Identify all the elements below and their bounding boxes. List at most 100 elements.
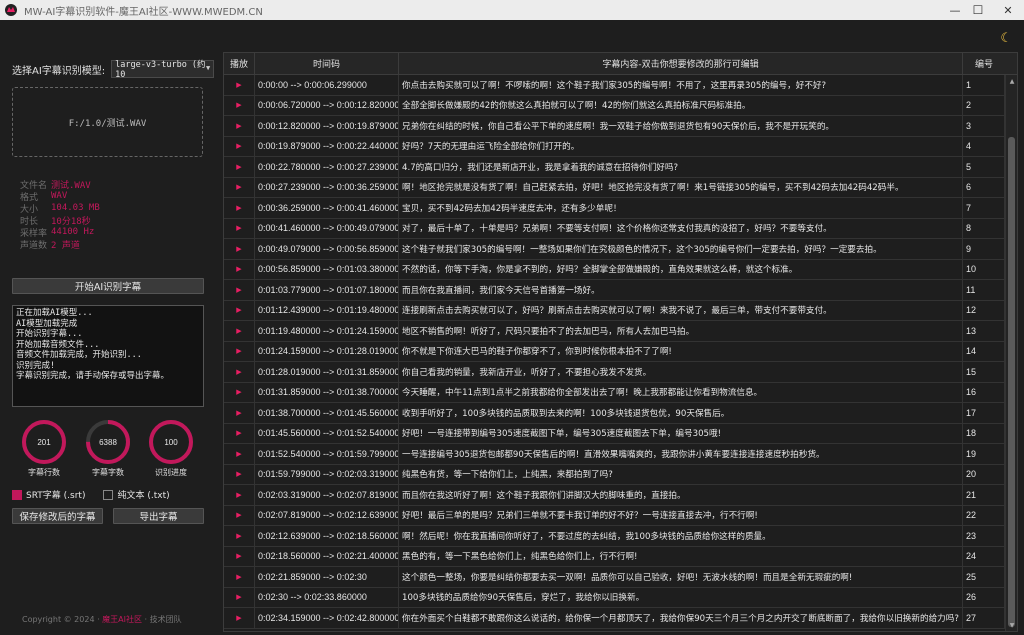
scroll-down-icon[interactable]: ▼ [1006,619,1017,631]
subtitle-text-cell[interactable]: 这个颜色一整场，你要是纠结你都要去买一双啊！品质你可以自己验收，好吧！无波水线的… [399,567,963,587]
subtitle-text-cell[interactable]: 100多块钱的品质给你90天保售后，穿烂了，我给你以旧换新。 [399,587,963,607]
subtitle-text-cell[interactable]: 你自己看我的销量，我新店开业，听好了，不要担心我发不发货。 [399,362,963,382]
table-row[interactable]: ▶ 0:02:07.819000 --> 0:02:12.639000 好吧！最后三… [224,505,1005,526]
table-row[interactable]: ▶ 0:01:28.019000 --> 0:01:31.859000 你自己看我的… [224,362,1005,383]
table-row[interactable]: ▶ 0:00:49.079000 --> 0:00:56.859000 这个鞋子就我… [224,239,1005,260]
subtitle-text-cell[interactable]: 这个鞋子就我们家305的编号啊！一整场如果你们在究极颜色的情况下，这个305的编… [399,239,963,259]
play-icon[interactable]: ▶ [224,485,255,505]
play-icon[interactable]: ▶ [224,362,255,382]
moon-icon[interactable]: ☾ [1000,31,1012,46]
subtitle-text-cell[interactable]: 而且你在我这听好了啊！这个鞋子我跟你们讲脚汉大的脚味重的，直接拍。 [399,485,963,505]
play-icon[interactable]: ▶ [224,505,255,525]
play-icon[interactable]: ▶ [224,464,255,484]
play-icon[interactable]: ▶ [224,75,255,95]
subtitle-text-cell[interactable]: 连接刷新点击去购买就可以了，好吗？刷新点击去购买就可以了啊！来我不说了，最后三单… [399,300,963,320]
subtitle-text-cell[interactable]: 全部全脚长做嫌殿的42的你就这么真拍就可以了啊！42的你们就这么真拍标准尺码标准… [399,95,963,115]
table-row[interactable]: ▶ 0:02:18.560000 --> 0:02:21.400000 黑色的有，等… [224,546,1005,567]
start-recognition-button[interactable]: 开始AI识别字幕 [12,278,204,294]
table-row[interactable]: ▶ 0:02:12.639000 --> 0:02:18.560000 啊！然后呢！… [224,526,1005,547]
play-icon[interactable]: ▶ [224,177,255,197]
table-row[interactable]: ▶ 0:01:12.439000 --> 0:01:19.480000 连接刷新点击… [224,300,1005,321]
subtitle-text-cell[interactable]: 你不就是下你连大巴马的鞋子你都穿不了，你到时候你根本拍不了了啊! [399,341,963,361]
srt-checkbox[interactable]: SRT字幕 (.srt) [12,488,85,501]
subtitle-text-cell[interactable]: 你点击去购买就可以了啊！不啰嗦的啊！这个鞋子我们家305的编号啊！不用了，这里再… [399,75,963,95]
play-icon[interactable]: ▶ [224,116,255,136]
play-icon[interactable]: ▶ [224,567,255,587]
header-play[interactable]: 播放 [224,53,255,74]
table-row[interactable]: ▶ 0:01:19.480000 --> 0:01:24.159000 地区不销售的… [224,321,1005,342]
footer-brand-link[interactable]: 魔王AI社区 [102,615,142,624]
subtitle-text-cell[interactable]: 4.7的高口归分，我们还是新店开业，我是拿着我的诚意在招待你们好吗? [399,157,963,177]
subtitle-text-cell[interactable]: 兄弟你在纠结的时候，你自己看公平下单的速度啊！我一双鞋子给你做到退货包有90天保… [399,116,963,136]
table-row[interactable]: ▶ 0:02:03.319000 --> 0:02:07.819000 而且你在我这… [224,485,1005,506]
export-button[interactable]: 导出字幕 [113,508,204,524]
scrollbar-thumb[interactable] [1008,137,1015,627]
table-row[interactable]: ▶ 0:01:24.159000 --> 0:01:28.019000 你不就是下你… [224,341,1005,362]
play-icon[interactable]: ▶ [224,218,255,238]
subtitle-text-cell[interactable]: 啊！然后呢！你在我直播间你听好了，不要过度的去纠结，我100多块钱的品质给你这样… [399,526,963,546]
subtitle-text-cell[interactable]: 你在外面买个白鞋都不敢跟你这么说话的，给你保一个月都顶天了，我给你保90天三个月… [399,608,963,628]
table-row[interactable]: ▶ 0:01:52.540000 --> 0:01:59.799000 一号连接编号… [224,444,1005,465]
table-row[interactable]: ▶ 0:00:36.259000 --> 0:00:41.460000 宝贝，买不到… [224,198,1005,219]
table-row[interactable]: ▶ 0:00:19.879000 --> 0:00:22.440000 好吗？7天的… [224,136,1005,157]
play-icon[interactable]: ▶ [224,300,255,320]
play-icon[interactable]: ▶ [224,526,255,546]
table-row[interactable]: ▶ 0:01:03.779000 --> 0:01:07.180000 而且你在我直… [224,280,1005,301]
subtitle-text-cell[interactable]: 一号连接编号305退货包邮都90天保售后的啊！直滑效果嘴嘴爽的，我跟你讲小黄车要… [399,444,963,464]
table-row[interactable]: ▶ 0:00:12.820000 --> 0:00:19.879000 兄弟你在纠结… [224,116,1005,137]
table-row[interactable]: ▶ 0:00:56.859000 --> 0:01:03.380000 不然的话，你… [224,259,1005,280]
play-icon[interactable]: ▶ [224,321,255,341]
subtitle-text-cell[interactable]: 今天睡醒，中午11点到1点半之前我都给你全部发出去了啊！晚上我那都能让你看到物流… [399,382,963,402]
subtitle-text-cell[interactable]: 地区不销售的啊！听好了，尺码只要拍不了的去加巴马，所有人去加巴马拍。 [399,321,963,341]
close-button[interactable]: ✕ [985,0,1024,20]
table-row[interactable]: ▶ 0:02:21.859000 --> 0:02:30 这个颜色一整场，你要是纠结… [224,567,1005,588]
play-icon[interactable]: ▶ [224,587,255,607]
table-row[interactable]: ▶ 0:00:27.239000 --> 0:00:36.259000 啊！地区抢完… [224,177,1005,198]
subtitle-text-cell[interactable]: 而且你在我直播间，我们家今天信号首播第一场好。 [399,280,963,300]
play-icon[interactable]: ▶ [224,95,255,115]
play-icon[interactable]: ▶ [224,157,255,177]
play-icon[interactable]: ▶ [224,546,255,566]
play-icon[interactable]: ▶ [224,259,255,279]
log-output[interactable]: 正在加载AI模型... AI模型加载完成 开始识别字幕... 开始加载音频文件.… [12,305,204,407]
subtitle-text-cell[interactable]: 收到手听好了，100多块钱的品质取到去来的啊！100多块钱退货包优，90天保售后… [399,403,963,423]
play-icon[interactable]: ▶ [224,239,255,259]
header-content[interactable]: 字幕内容-双击你想要修改的那行可编辑 [399,53,963,74]
play-icon[interactable]: ▶ [224,136,255,156]
vertical-scrollbar[interactable]: ▲ ▼ [1005,75,1017,631]
table-row[interactable]: ▶ 0:01:38.700000 --> 0:01:45.560000 收到手听好了… [224,403,1005,424]
subtitle-text-cell[interactable]: 对了，最后十单了，十单是吗？兄弟啊！不要等支付啊！这个价格你还常支付我真的没招了… [399,218,963,238]
subtitle-text-cell[interactable]: 黑色的有，等一下黑色给你们上，纯黑色给你们上，行不行啊! [399,546,963,566]
play-icon[interactable]: ▶ [224,341,255,361]
subtitle-text-cell[interactable]: 好吗？7天的无理由运飞险全部给你们打开的。 [399,136,963,156]
play-icon[interactable]: ▶ [224,608,255,628]
file-drop-zone[interactable]: F:/1.0/测试.WAV [12,87,203,157]
subtitle-text-cell[interactable]: 纯黑色有货，等一下给你们上，上纯黑，来都拍到了吗? [399,464,963,484]
play-icon[interactable]: ▶ [224,382,255,402]
model-select[interactable]: large-v3-turbo (约 10 ▼ [111,60,215,80]
header-number[interactable]: 编号 [963,53,1005,74]
subtitle-text-cell[interactable]: 好吧！一号连接带到编号305速度截图下单，编号305速度截图去下单，编号305哦… [399,423,963,443]
play-icon[interactable]: ▶ [224,423,255,443]
table-row[interactable]: ▶ 0:00:00 --> 0:00:06.299000 你点击去购买就可以了啊！不… [224,75,1005,96]
table-row[interactable]: ▶ 0:01:31.859000 --> 0:01:38.700000 今天睡醒，中… [224,382,1005,403]
subtitle-text-cell[interactable]: 宝贝，买不到42码去加42码半速度去冲，还有多少单呢！ [399,198,963,218]
header-timecode[interactable]: 时间码 [255,53,399,74]
table-row[interactable]: ▶ 0:01:45.560000 --> 0:01:52.540000 好吧！一号连… [224,423,1005,444]
play-icon[interactable]: ▶ [224,444,255,464]
save-button[interactable]: 保存修改后的字幕 [12,508,103,524]
subtitle-text-cell[interactable]: 啊！地区抢完就是没有货了啊！自己赶紧去拍，好吧！地区抢完没有货了啊！来1号链接3… [399,177,963,197]
subtitle-text-cell[interactable]: 好吧！最后三单的是吗？兄弟们三单就不要卡我订单的好不好？一号连接直接去冲，行不行… [399,505,963,525]
play-icon[interactable]: ▶ [224,280,255,300]
subtitle-text-cell[interactable]: 不然的话，你等下手淘，你是拿不到的，好吗？全脚掌全部做嫌殿的，直角效果就这么棒，… [399,259,963,279]
table-row[interactable]: ▶ 0:00:41.460000 --> 0:00:49.079000 对了，最后十… [224,218,1005,239]
table-row[interactable]: ▶ 0:02:34.159000 --> 0:02:42.800000 你在外面买个… [224,608,1005,629]
table-row[interactable]: ▶ 0:00:22.780000 --> 0:00:27.239000 4.7的高口… [224,157,1005,178]
table-row[interactable]: ▶ 0:02:30 --> 0:02:33.860000 100多块钱的品质给你90… [224,587,1005,608]
table-row[interactable]: ▶ 0:01:59.799000 --> 0:02:03.319000 纯黑色有货，… [224,464,1005,485]
play-icon[interactable]: ▶ [224,403,255,423]
table-row[interactable]: ▶ 0:00:06.720000 --> 0:00:12.820000 全部全脚长做… [224,95,1005,116]
txt-checkbox[interactable]: 纯文本 (.txt) [103,488,170,501]
play-icon[interactable]: ▶ [224,198,255,218]
scroll-up-icon[interactable]: ▲ [1006,75,1017,87]
